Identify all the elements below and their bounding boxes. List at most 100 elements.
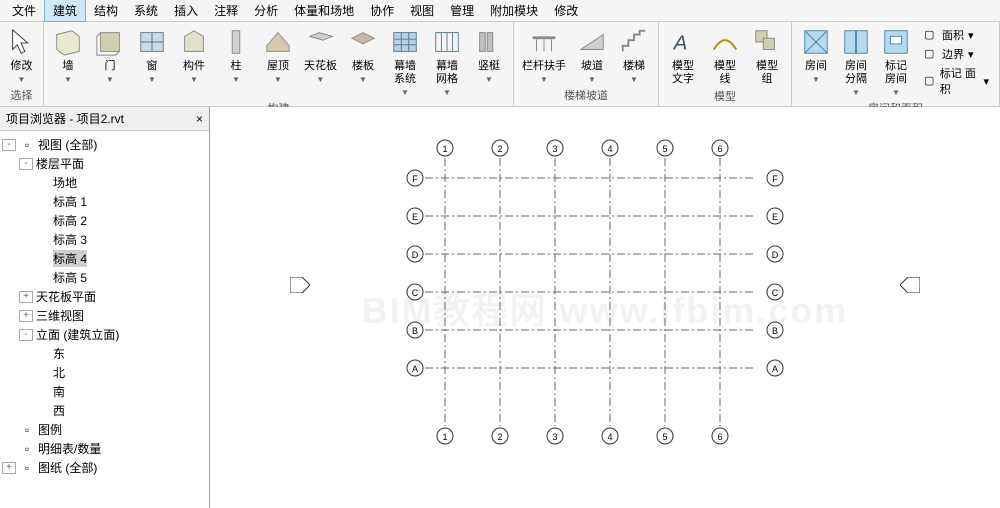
tool-icon [528,26,560,58]
tree-toggle-icon[interactable]: + [19,310,33,322]
menu-分析[interactable]: 分析 [246,0,286,21]
menu-建筑[interactable]: 建筑 [44,0,86,22]
tree-node-标高 2[interactable]: 标高 2 [2,211,207,230]
menu-修改[interactable]: 修改 [546,0,586,21]
tree-label: 西 [53,402,65,419]
ribbon-btn-标记房间[interactable]: 标记房间▼ [876,24,916,100]
small-icon: ▢ [924,28,938,42]
tool-icon [94,26,126,58]
svg-text:1: 1 [442,144,447,154]
svg-text:A: A [672,32,688,55]
small-icon: ▢ [924,74,936,88]
ribbon-btn-门[interactable]: 门▼ [90,24,130,87]
svg-text:D: D [772,250,779,260]
small-btn-标记 面积[interactable]: ▢标记 面积 ▾ [920,64,993,98]
tree-node-东[interactable]: 东 [2,344,207,363]
elevation-marker-east[interactable] [900,277,920,293]
ribbon-btn-模型文字[interactable]: A 模型文字 [663,24,703,88]
ribbon-btn-label: 构件 [183,60,205,73]
tree-label: 三维视图 [36,307,84,324]
ribbon-group-circulation: 栏杆扶手▼坡道▼楼梯▼ 楼梯坡道 [514,22,659,106]
tree-node-标高 1[interactable]: 标高 1 [2,192,207,211]
tree-node-南[interactable]: 南 [2,382,207,401]
tool-icon [576,26,608,58]
small-btn-边界[interactable]: ▢边界 ▾ [920,45,993,63]
tree-toggle-icon[interactable]: + [19,291,33,303]
ribbon-btn-栏杆扶手[interactable]: 栏杆扶手▼ [518,24,570,87]
ribbon-btn-模型组[interactable]: 模型组 [747,24,787,88]
tree-toggle-icon[interactable]: - [19,158,33,170]
tree-node-明细表/数量[interactable]: ▫明细表/数量 [2,439,207,458]
tree-toggle-icon[interactable]: - [2,139,16,151]
ribbon-btn-房间[interactable]: 房间▼ [796,24,836,100]
ribbon-btn-构件[interactable]: 构件▼ [174,24,214,87]
ribbon-btn-屋顶[interactable]: 屋顶▼ [258,24,298,87]
close-icon[interactable]: × [196,112,203,126]
modify-label: 修改 [11,60,33,73]
main-area: 项目浏览器 - 项目2.rvt × -▫视图 (全部)-楼层平面场地标高 1标高… [0,107,1000,508]
menu-结构[interactable]: 结构 [86,0,126,21]
tree-node-立面 (建筑立面)[interactable]: -立面 (建筑立面) [2,325,207,344]
tree-node-三维视图[interactable]: +三维视图 [2,306,207,325]
small-label: 面积 [942,27,964,43]
tree-node-楼层平面[interactable]: -楼层平面 [2,154,207,173]
tree-node-图例[interactable]: ▫图例 [2,420,207,439]
sched-icon: ▫ [19,442,35,456]
ribbon-btn-墙[interactable]: 墙▼ [48,24,88,87]
tree-toggle-icon[interactable]: + [2,462,16,474]
tree-node-标高 3[interactable]: 标高 3 [2,230,207,249]
menu-插入[interactable]: 插入 [166,0,206,21]
tree-label: 视图 (全部) [38,136,97,153]
menu-协作[interactable]: 协作 [362,0,402,21]
svg-text:B: B [412,326,418,336]
drawing-canvas[interactable]: BIM教程网 www.ifbim.com 112233445566FFEEDDC… [210,107,1000,508]
tool-icon [473,26,505,58]
project-tree[interactable]: -▫视图 (全部)-楼层平面场地标高 1标高 2标高 3标高 4标高 5+天花板… [0,131,209,508]
menu-视图[interactable]: 视图 [402,0,442,21]
menu-文件[interactable]: 文件 [4,0,44,21]
tool-icon [618,26,650,58]
tree-node-北[interactable]: 北 [2,363,207,382]
ribbon-btn-幕墙系统[interactable]: 幕墙系统▼ [385,24,425,100]
ribbon-btn-窗[interactable]: 窗▼ [132,24,172,87]
ribbon-btn-天花板[interactable]: 天花板▼ [300,24,341,87]
tool-icon [262,26,294,58]
tree-toggle-icon[interactable]: - [19,329,33,341]
menu-附加模块[interactable]: 附加模块 [482,0,546,21]
ribbon-btn-竖梃[interactable]: 竖梃▼ [469,24,509,87]
tool-icon [431,26,463,58]
elevation-marker-west[interactable] [290,277,310,293]
browser-title-bar: 项目浏览器 - 项目2.rvt × [0,107,209,131]
ribbon-btn-label: 天花板 [304,60,337,73]
tree-node-天花板平面[interactable]: +天花板平面 [2,287,207,306]
ribbon-btn-楼梯[interactable]: 楼梯▼ [614,24,654,87]
ribbon-btn-柱[interactable]: 柱▼ [216,24,256,87]
legend-icon: ▫ [19,423,35,437]
ribbon: 修改 ▼ 选择 墙▼门▼窗▼构件▼柱▼屋顶▼天花板▼楼板▼幕墙系统▼幕墙网格▼竖… [0,22,1000,107]
tree-node-标高 4[interactable]: 标高 4 [2,249,207,268]
small-btn-面积[interactable]: ▢面积 ▾ [920,26,993,44]
sheet-icon: ▫ [19,461,35,475]
ribbon-btn-幕墙网格[interactable]: 幕墙网格▼ [427,24,467,100]
ribbon-btn-房间分隔[interactable]: 房间分隔▼ [836,24,876,100]
tree-node-标高 5[interactable]: 标高 5 [2,268,207,287]
tree-node-视图 (全部)[interactable]: -▫视图 (全部) [2,135,207,154]
ribbon-btn-坡道[interactable]: 坡道▼ [572,24,612,87]
ribbon-btn-label: 柱 [231,60,242,73]
tree-node-西[interactable]: 西 [2,401,207,420]
tool-icon [52,26,84,58]
svg-text:C: C [772,288,779,298]
ribbon-btn-label: 模型文字 [672,60,694,86]
ribbon-btn-模型线[interactable]: 模型线 [705,24,745,88]
tree-node-场地[interactable]: 场地 [2,173,207,192]
small-label: 标记 面积 [940,65,980,97]
menu-体量和场地[interactable]: 体量和场地 [286,0,362,21]
tool-icon [305,26,337,58]
menu-系统[interactable]: 系统 [126,0,166,21]
menu-注释[interactable]: 注释 [206,0,246,21]
ribbon-btn-楼板[interactable]: 楼板▼ [343,24,383,87]
menu-管理[interactable]: 管理 [442,0,482,21]
modify-button[interactable]: 修改 ▼ [2,24,42,87]
tree-node-图纸 (全部)[interactable]: +▫图纸 (全部) [2,458,207,477]
tool-icon [709,26,741,58]
